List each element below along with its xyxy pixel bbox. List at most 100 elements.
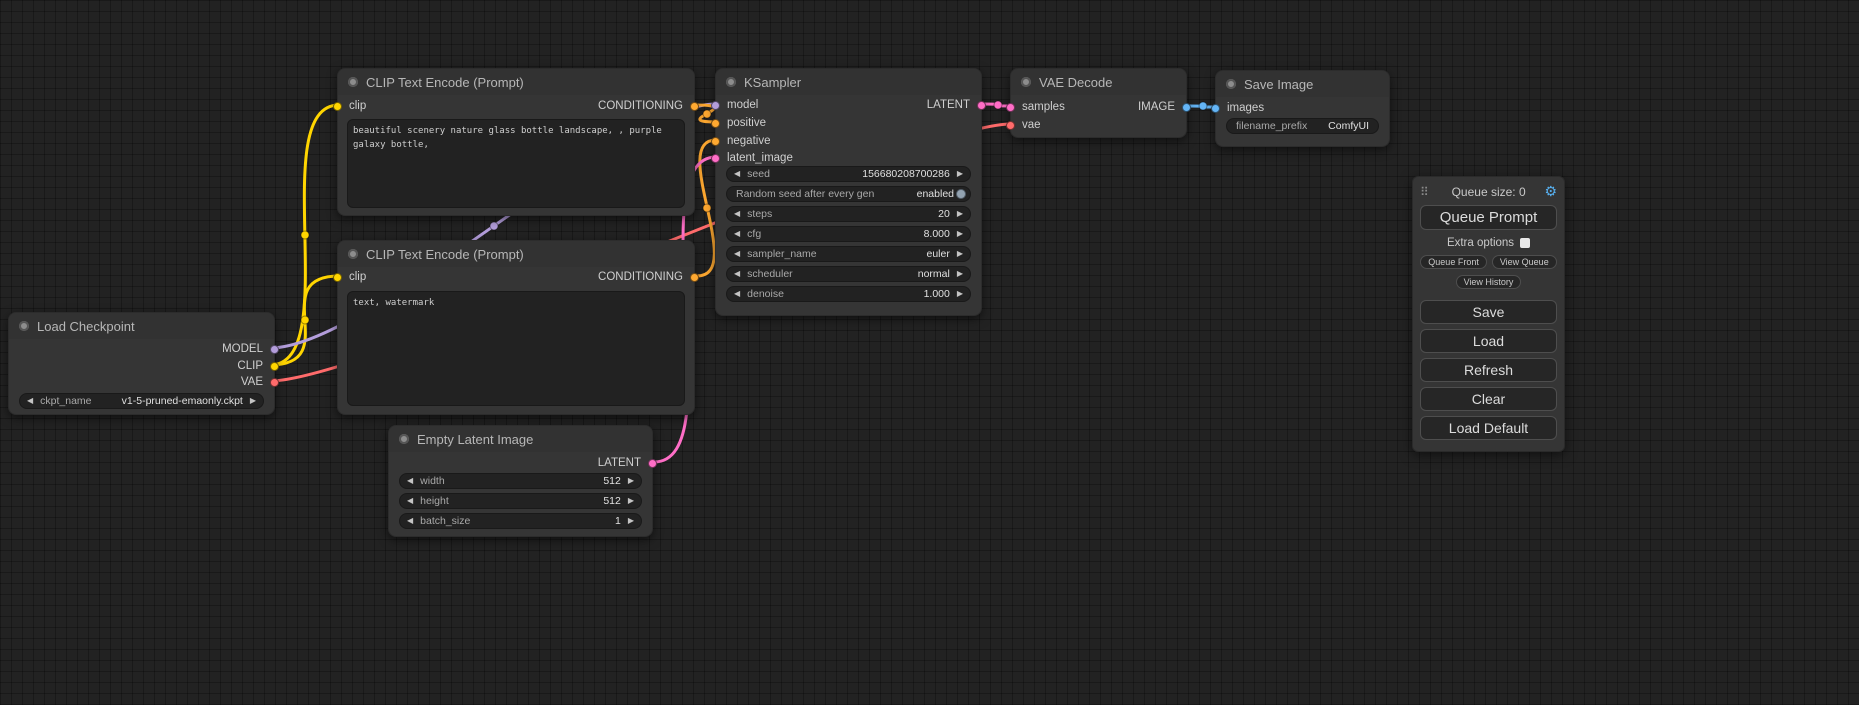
- collapse-dot-icon[interactable]: [1226, 79, 1236, 89]
- arrow-left-icon[interactable]: ◀: [407, 497, 413, 505]
- widget-seed[interactable]: ◀ seed 156680208700286 ▶: [726, 166, 971, 182]
- model-input-dot[interactable]: [711, 101, 720, 110]
- positive-prompt-textarea[interactable]: beautiful scenery nature glass bottle la…: [347, 119, 685, 208]
- load-button[interactable]: Load: [1420, 329, 1557, 353]
- drag-handle-icon[interactable]: ⠿: [1420, 185, 1429, 199]
- node-save-image[interactable]: Save Image images filename_prefix ComfyU…: [1215, 70, 1390, 147]
- widget-cfg[interactable]: ◀ cfg 8.000 ▶: [726, 226, 971, 242]
- node-title-bar[interactable]: Save Image: [1216, 71, 1389, 97]
- collapse-dot-icon[interactable]: [19, 321, 29, 331]
- widget-denoise[interactable]: ◀ denoise 1.000 ▶: [726, 286, 971, 302]
- arrow-right-icon[interactable]: ▶: [957, 250, 963, 258]
- save-button[interactable]: Save: [1420, 300, 1557, 324]
- settings-gear-icon[interactable]: ⚙: [1544, 183, 1557, 200]
- arrow-right-icon[interactable]: ▶: [957, 290, 963, 298]
- clip-input-dot[interactable]: [333, 273, 342, 282]
- image-output-dot[interactable]: [1182, 103, 1191, 112]
- arrow-left-icon[interactable]: ◀: [407, 517, 413, 525]
- widget-ckpt-name[interactable]: ◀ ckpt_name v1-5-pruned-emaonly.ckpt ▶: [19, 393, 264, 409]
- arrow-right-icon[interactable]: ▶: [957, 270, 963, 278]
- negative-input-dot[interactable]: [711, 137, 720, 146]
- images-input-dot[interactable]: [1211, 104, 1220, 113]
- node-clip-text-encode-positive[interactable]: CLIP Text Encode (Prompt) clip CONDITION…: [337, 68, 695, 216]
- widget-sampler-name[interactable]: ◀ sampler_name euler ▶: [726, 246, 971, 262]
- positive-input-dot[interactable]: [711, 119, 720, 128]
- widget-random-seed-toggle[interactable]: Random seed after every gen enabled: [726, 186, 971, 202]
- samples-input-dot[interactable]: [1006, 103, 1015, 112]
- widget-steps[interactable]: ◀ steps 20 ▶: [726, 206, 971, 222]
- clip-output-dot[interactable]: [270, 362, 279, 371]
- input-slot-positive: positive: [716, 115, 766, 131]
- arrow-left-icon[interactable]: ◀: [734, 210, 740, 218]
- arrow-right-icon[interactable]: ▶: [957, 210, 963, 218]
- widget-width[interactable]: ◀ width 512 ▶: [399, 473, 642, 489]
- widget-filename-prefix[interactable]: filename_prefix ComfyUI: [1226, 118, 1379, 134]
- node-empty-latent-image[interactable]: Empty Latent Image LATENT ◀ width 512 ▶ …: [388, 425, 653, 537]
- collapse-dot-icon[interactable]: [348, 77, 358, 87]
- arrow-right-icon[interactable]: ▶: [628, 477, 634, 485]
- queue-prompt-button[interactable]: Queue Prompt: [1420, 205, 1557, 230]
- arrow-left-icon[interactable]: ◀: [27, 397, 33, 405]
- collapse-dot-icon[interactable]: [726, 77, 736, 87]
- node-vae-decode[interactable]: VAE Decode samples vae IMAGE: [1010, 68, 1187, 138]
- arrow-right-icon[interactable]: ▶: [250, 397, 256, 405]
- extra-options-row: Extra options: [1420, 237, 1557, 249]
- queue-size-label: Queue size: 0: [1433, 185, 1545, 199]
- output-slot-latent: LATENT: [927, 97, 981, 113]
- queue-menu-panel[interactable]: ⠿ Queue size: 0 ⚙ Queue Prompt Extra opt…: [1412, 176, 1565, 452]
- output-slot-image: IMAGE: [1138, 99, 1186, 115]
- arrow-left-icon[interactable]: ◀: [734, 250, 740, 258]
- widget-label: width: [420, 475, 445, 487]
- arrow-left-icon[interactable]: ◀: [734, 230, 740, 238]
- node-title-bar[interactable]: Load Checkpoint: [9, 313, 274, 339]
- widget-value: 156680208700286: [770, 168, 950, 180]
- toggle-dot[interactable]: [956, 189, 966, 199]
- refresh-button[interactable]: Refresh: [1420, 358, 1557, 382]
- widget-batch-size[interactable]: ◀ batch_size 1 ▶: [399, 513, 642, 529]
- widget-height[interactable]: ◀ height 512 ▶: [399, 493, 642, 509]
- vae-input-dot[interactable]: [1006, 121, 1015, 130]
- arrow-left-icon[interactable]: ◀: [734, 290, 740, 298]
- node-title-bar[interactable]: CLIP Text Encode (Prompt): [338, 69, 694, 95]
- arrow-left-icon[interactable]: ◀: [734, 270, 740, 278]
- conditioning-output-dot[interactable]: [690, 102, 699, 111]
- arrow-left-icon[interactable]: ◀: [734, 170, 740, 178]
- arrow-right-icon[interactable]: ▶: [628, 517, 634, 525]
- collapse-dot-icon[interactable]: [1021, 77, 1031, 87]
- arrow-right-icon[interactable]: ▶: [957, 230, 963, 238]
- widget-label: denoise: [747, 288, 784, 300]
- widget-scheduler[interactable]: ◀ scheduler normal ▶: [726, 266, 971, 282]
- vae-output-dot[interactable]: [270, 378, 279, 387]
- node-graph-canvas[interactable]: Load Checkpoint MODEL CLIP VAE ◀ ckpt_na…: [0, 0, 1859, 705]
- queue-front-button[interactable]: Queue Front: [1420, 255, 1487, 269]
- node-title-bar[interactable]: CLIP Text Encode (Prompt): [338, 241, 694, 267]
- input-slot-negative: negative: [716, 133, 770, 149]
- model-output-dot[interactable]: [270, 345, 279, 354]
- negative-prompt-textarea[interactable]: text, watermark: [347, 291, 685, 406]
- view-queue-button[interactable]: View Queue: [1492, 255, 1557, 269]
- conditioning-output-dot[interactable]: [690, 273, 699, 282]
- clear-button[interactable]: Clear: [1420, 387, 1557, 411]
- node-title: Empty Latent Image: [417, 432, 533, 447]
- slot-label: IMAGE: [1138, 101, 1175, 113]
- view-history-button[interactable]: View History: [1456, 275, 1522, 289]
- extra-options-checkbox[interactable]: [1520, 238, 1530, 248]
- arrow-left-icon[interactable]: ◀: [407, 477, 413, 485]
- latent-image-input-dot[interactable]: [711, 154, 720, 163]
- input-slot-latent-image: latent_image: [716, 150, 793, 166]
- latent-output-dot[interactable]: [977, 101, 986, 110]
- collapse-dot-icon[interactable]: [348, 249, 358, 259]
- clip-input-dot[interactable]: [333, 102, 342, 111]
- node-title: CLIP Text Encode (Prompt): [366, 247, 524, 262]
- node-title-bar[interactable]: KSampler: [716, 69, 981, 95]
- arrow-right-icon[interactable]: ▶: [957, 170, 963, 178]
- latent-output-dot[interactable]: [648, 459, 657, 468]
- node-title-bar[interactable]: Empty Latent Image: [389, 426, 652, 452]
- collapse-dot-icon[interactable]: [399, 434, 409, 444]
- node-ksampler[interactable]: KSampler model positive negative latent_…: [715, 68, 982, 316]
- node-title-bar[interactable]: VAE Decode: [1011, 69, 1186, 95]
- arrow-right-icon[interactable]: ▶: [628, 497, 634, 505]
- node-clip-text-encode-negative[interactable]: CLIP Text Encode (Prompt) clip CONDITION…: [337, 240, 695, 415]
- node-load-checkpoint[interactable]: Load Checkpoint MODEL CLIP VAE ◀ ckpt_na…: [8, 312, 275, 415]
- load-default-button[interactable]: Load Default: [1420, 416, 1557, 440]
